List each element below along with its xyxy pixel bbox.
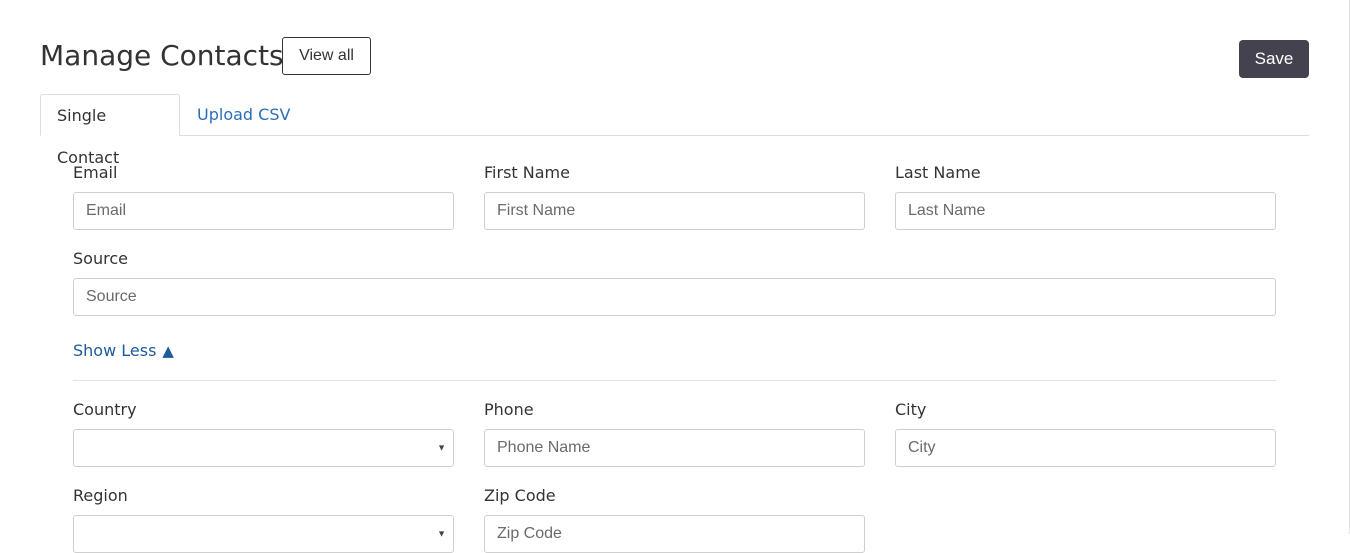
caret-down-icon: ▼ [437, 442, 446, 453]
region-label: Region [73, 486, 128, 505]
source-label: Source [73, 249, 128, 268]
show-less-label: Show Less [73, 341, 157, 360]
phone-field[interactable] [484, 429, 865, 467]
last-name-label: Last Name [895, 163, 981, 182]
city-label: City [895, 400, 927, 419]
last-name-field[interactable] [895, 192, 1276, 230]
page-title: Manage Contacts [40, 39, 284, 72]
country-label: Country [73, 400, 137, 419]
view-all-button[interactable]: View all [282, 37, 371, 75]
caret-down-icon: ▼ [437, 528, 446, 539]
city-field[interactable] [895, 429, 1276, 467]
section-divider [73, 380, 1276, 381]
first-name-label: First Name [484, 163, 570, 182]
email-field[interactable] [73, 192, 454, 230]
source-field[interactable] [73, 278, 1276, 316]
zip-code-label: Zip Code [484, 486, 556, 505]
triangle-up-icon: ▲ [162, 342, 174, 360]
phone-label: Phone [484, 400, 534, 419]
save-button[interactable]: Save [1239, 40, 1309, 78]
show-less-link[interactable]: Show Less ▲ [73, 341, 174, 360]
region-select[interactable]: ▼ [73, 515, 454, 553]
tab-upload-csv[interactable]: Upload CSV [181, 94, 306, 136]
tab-single-contact[interactable]: Single Contact [40, 94, 180, 167]
email-label: Email [73, 163, 118, 182]
first-name-field[interactable] [484, 192, 865, 230]
country-select[interactable]: ▼ [73, 429, 454, 467]
zip-code-field[interactable] [484, 515, 865, 553]
